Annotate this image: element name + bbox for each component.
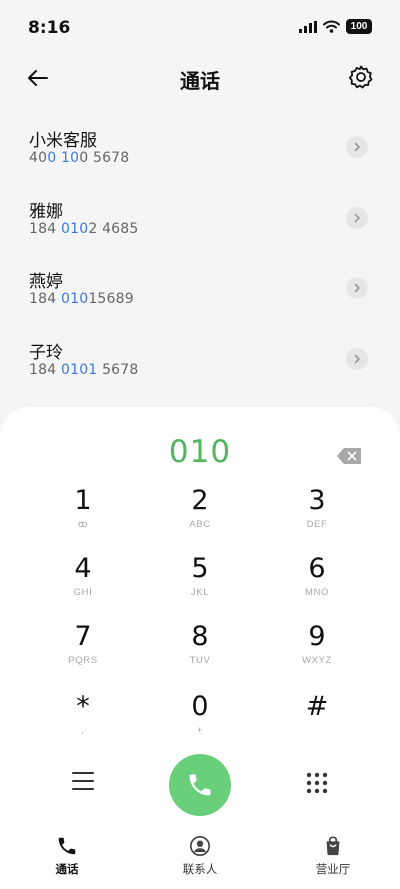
backspace-button[interactable] — [336, 447, 362, 465]
key-star[interactable]: * , — [38, 690, 128, 754]
number-part: 184 — [29, 361, 61, 378]
key-letters: WXYZ — [302, 655, 332, 666]
contact-number: 184 0102 4685 — [29, 221, 139, 237]
contact-number: 400 100 5678 — [29, 150, 129, 166]
dialer-panel: 010 1 ꝏ 2 ABC 3 DEF 4 GHI 5 JKL 6 MNO 7 … — [0, 407, 400, 827]
contact-icon — [190, 836, 210, 856]
key-6[interactable]: 6 MNO — [272, 552, 362, 616]
number-part: 15689 — [88, 291, 134, 307]
key-letters: JKL — [190, 587, 210, 598]
phone-icon — [58, 837, 76, 855]
key-9[interactable]: 9 WXYZ — [272, 620, 362, 684]
number-part: 5678 — [97, 361, 139, 378]
number-part: 40 — [29, 150, 48, 166]
contact-row[interactable]: 子玲 184 0101 5678 — [0, 325, 400, 396]
status-icons: 100 — [299, 19, 372, 34]
number-part: 184 — [29, 291, 61, 307]
contact-name: 子玲 — [29, 342, 63, 363]
chevron-right-icon — [354, 354, 360, 363]
contact-detail-button[interactable] — [346, 347, 368, 370]
tab-calls[interactable]: 通话 — [0, 827, 134, 889]
bottom-tab-bar: 通话 联系人 营业厅 — [0, 827, 400, 889]
contact-number: 184 01015689 — [29, 291, 134, 307]
dialpad-grid-button[interactable] — [305, 771, 329, 795]
key-digit: 2 — [191, 485, 209, 516]
gear-icon — [348, 65, 373, 89]
key-digit: 3 — [308, 485, 326, 516]
contact-detail-button[interactable] — [346, 206, 368, 229]
key-letters: + — [196, 725, 204, 736]
signal-icon — [299, 20, 317, 33]
voicemail-icon: ꝏ — [77, 519, 89, 530]
contact-list: 小米客服 400 100 5678 雅娜 184 0102 4685 燕婷 18… — [0, 113, 400, 395]
key-letters: ABC — [189, 519, 211, 530]
tab-label: 通话 — [55, 862, 79, 876]
key-digit: 1 — [74, 485, 92, 516]
key-1[interactable]: 1 ꝏ — [38, 484, 128, 548]
key-8[interactable]: 8 TUV — [155, 620, 245, 684]
key-letters: TUV — [189, 655, 211, 666]
call-button[interactable] — [169, 754, 231, 816]
key-digit: # — [305, 691, 329, 722]
chevron-right-icon — [354, 283, 360, 293]
chevron-right-icon — [354, 142, 360, 152]
key-digit: 9 — [308, 621, 326, 652]
key-7[interactable]: 7 PQRS — [38, 620, 128, 684]
contact-detail-button[interactable] — [346, 277, 368, 299]
page-title: 通话 — [180, 69, 220, 93]
key-5[interactable]: 5 JKL — [155, 552, 245, 616]
contact-number: 184 0101 5678 — [29, 362, 139, 378]
contact-name: 燕婷 — [29, 272, 63, 292]
dots-grid-icon — [306, 772, 328, 794]
contact-row[interactable]: 雅娜 184 0102 4685 — [0, 184, 400, 255]
number-match: 0101 — [60, 361, 98, 378]
contact-row[interactable]: 小米客服 400 100 5678 — [0, 113, 400, 184]
key-digit: 6 — [308, 553, 326, 584]
key-letters: DEF — [306, 519, 328, 530]
status-bar: 8:16 100 — [0, 0, 400, 56]
backspace-icon — [337, 448, 361, 464]
number-match: 010 — [60, 220, 89, 237]
wifi-icon — [323, 20, 340, 33]
key-digit: 8 — [191, 621, 209, 652]
key-letters: PQRS — [68, 655, 98, 666]
key-4[interactable]: 4 GHI — [38, 552, 128, 616]
tab-label: 营业厅 — [315, 862, 351, 876]
phone-icon — [189, 774, 211, 796]
key-digit: 7 — [74, 621, 92, 652]
header: 通话 — [0, 56, 400, 100]
key-letters: MNO — [305, 587, 329, 598]
contact-row[interactable]: 燕婷 184 01015689 — [0, 254, 400, 325]
key-hash[interactable]: # — [272, 690, 362, 754]
contact-name: 小米客服 — [29, 131, 97, 151]
key-digit: 0 — [191, 691, 209, 722]
key-digit: * — [76, 691, 90, 722]
number-match: 010 — [60, 291, 89, 307]
menu-icon — [72, 772, 94, 790]
tab-contacts[interactable]: 联系人 — [133, 827, 267, 889]
key-digit: 4 — [74, 553, 92, 584]
key-0[interactable]: 0 + — [155, 690, 245, 754]
battery-indicator: 100 — [346, 19, 372, 34]
tab-label: 联系人 — [182, 862, 218, 876]
number-part: 2 4685 — [88, 220, 139, 237]
settings-button[interactable] — [348, 64, 374, 90]
tab-business-hall[interactable]: 营业厅 — [266, 827, 400, 889]
menu-button[interactable] — [70, 770, 96, 792]
contact-detail-button[interactable] — [346, 136, 368, 158]
contact-name: 雅娜 — [29, 201, 63, 222]
status-time: 8:16 — [28, 18, 71, 38]
key-2[interactable]: 2 ABC — [155, 484, 245, 548]
key-digit: 5 — [191, 553, 209, 584]
number-part: 0 5678 — [79, 150, 130, 166]
key-letters: GHI — [73, 587, 93, 598]
key-3[interactable]: 3 DEF — [272, 484, 362, 548]
shopping-bag-icon — [326, 836, 340, 856]
number-part: 184 — [29, 220, 61, 237]
number-match: 0 10 — [47, 150, 80, 166]
key-letters: , — [81, 725, 85, 736]
chevron-right-icon — [354, 213, 360, 222]
